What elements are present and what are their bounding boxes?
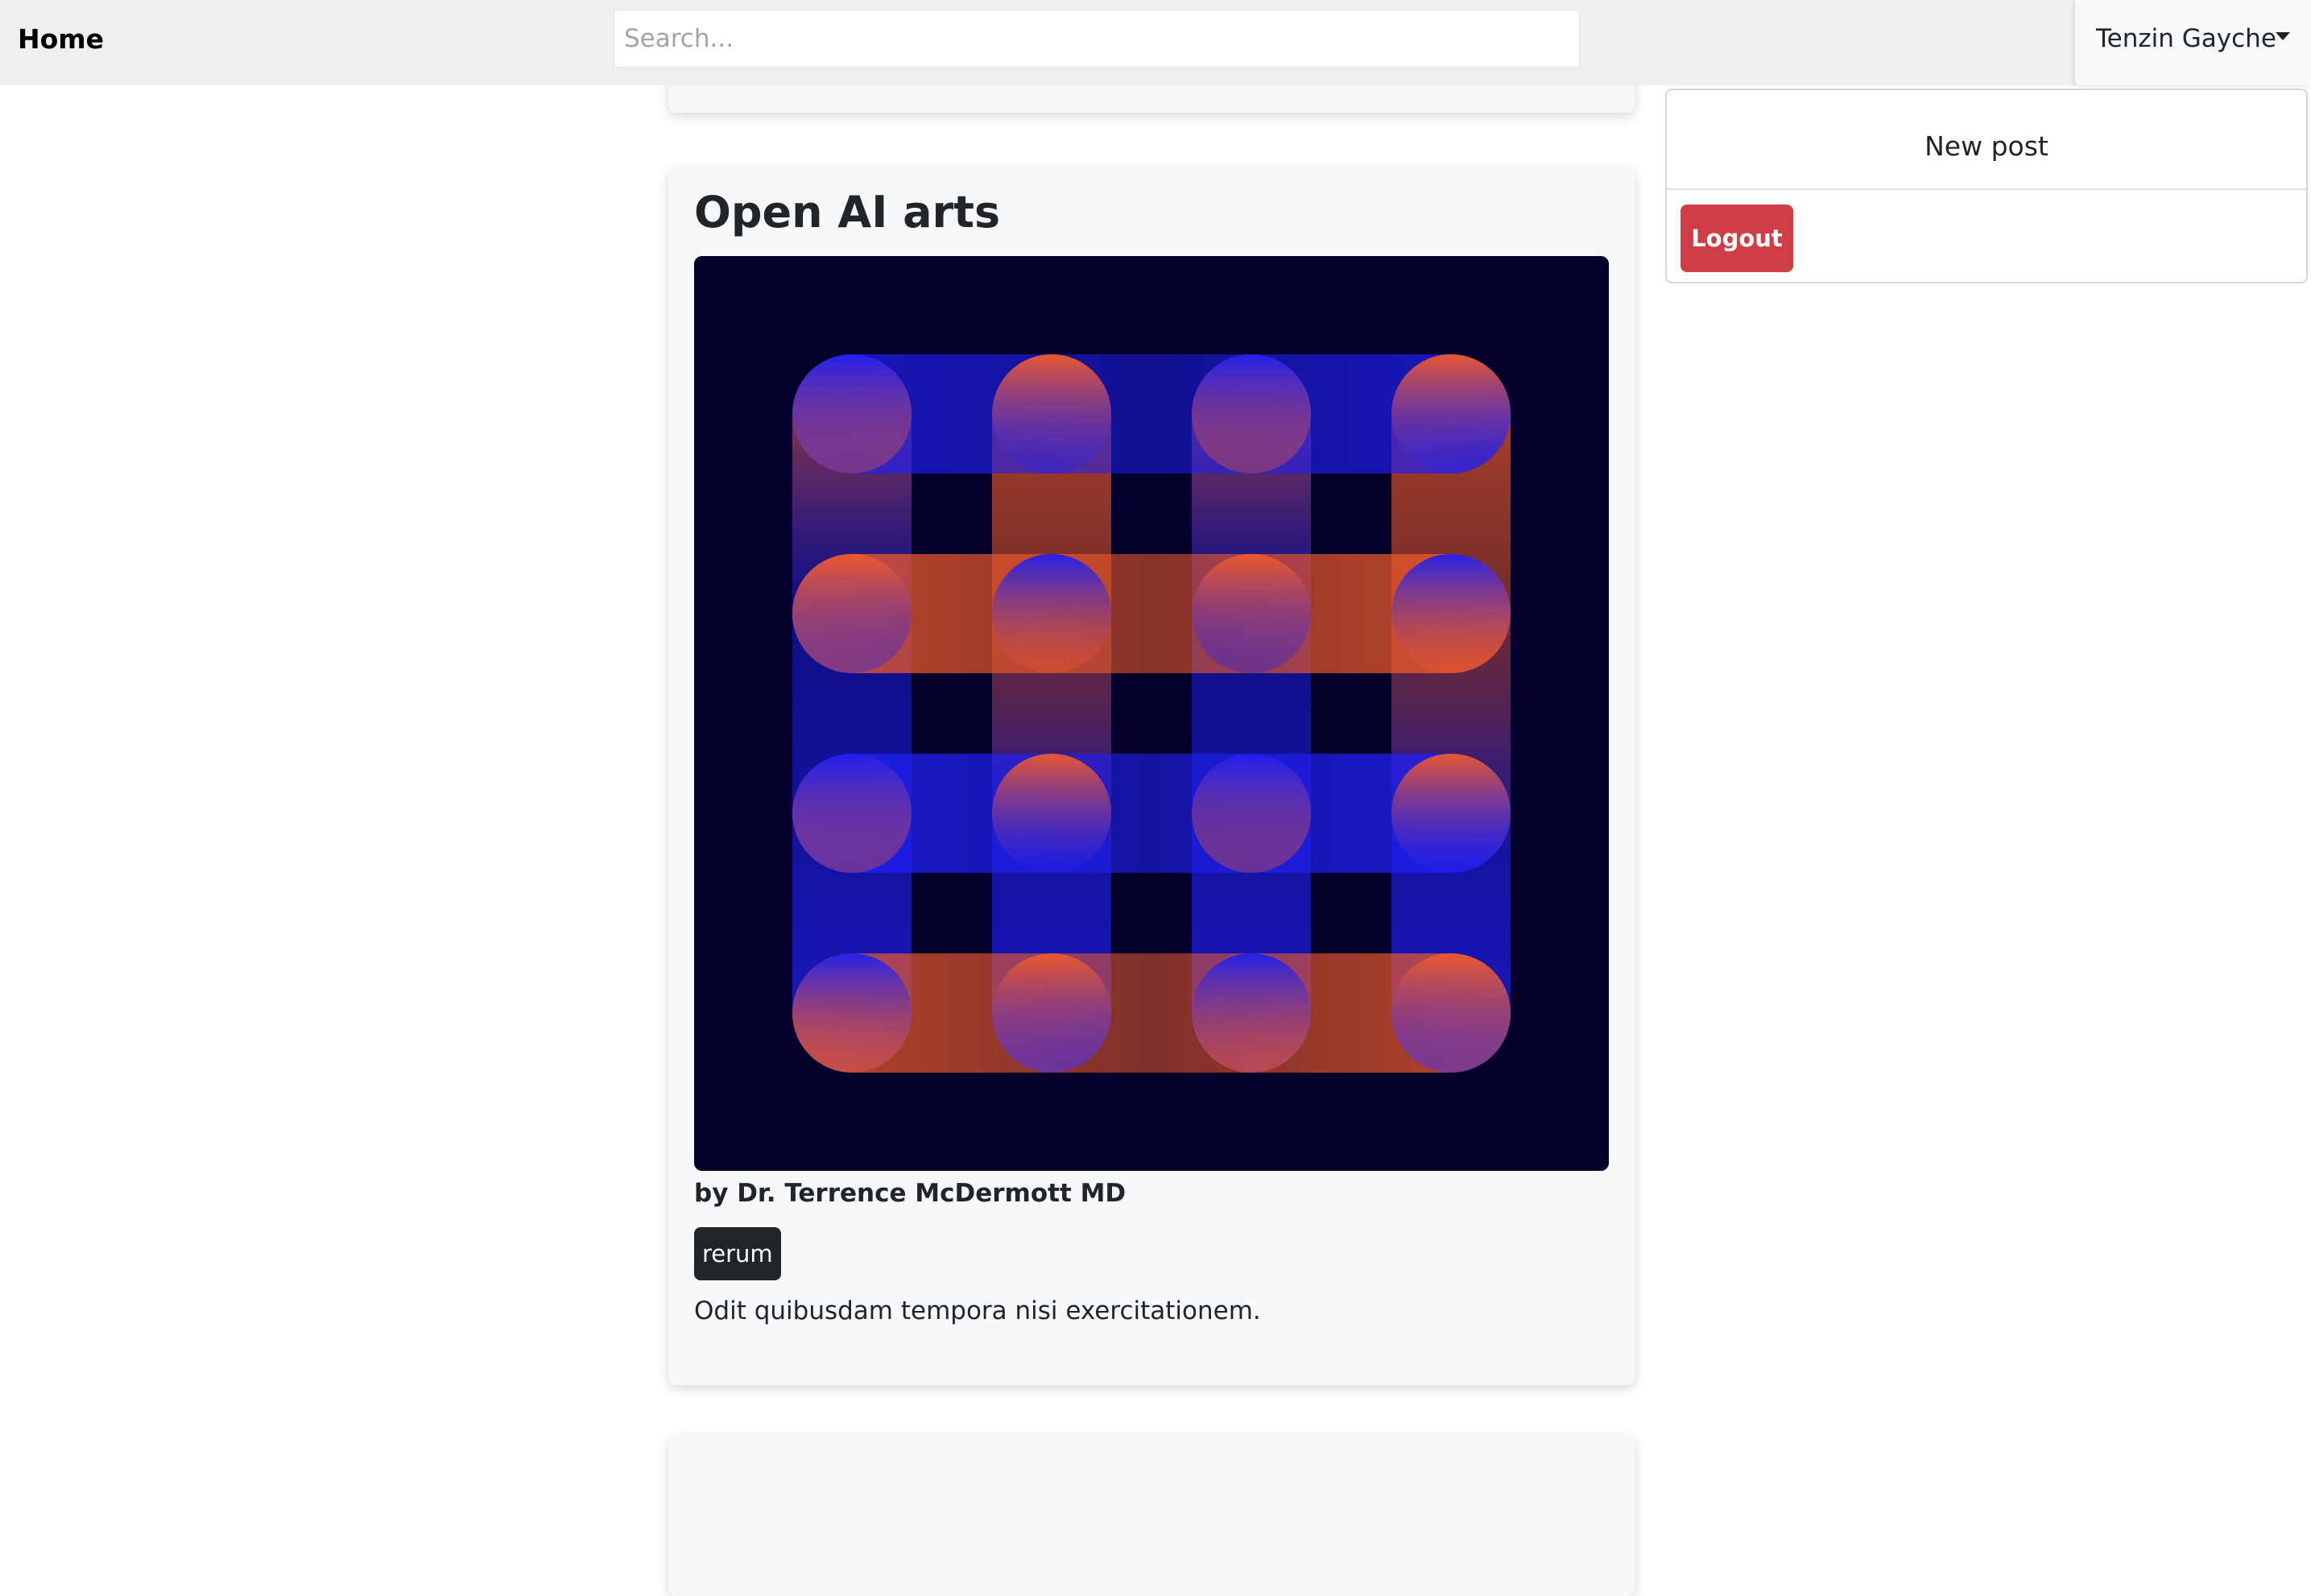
tag-badge[interactable]: rerum xyxy=(694,1227,781,1280)
post-title: Open AI arts xyxy=(694,187,1001,238)
art-pill-cap xyxy=(992,354,1111,473)
art-pill-cap xyxy=(1192,754,1311,873)
art-pill-cap xyxy=(1391,554,1511,673)
art-pill-cap xyxy=(1192,354,1311,473)
art-pill-cap xyxy=(792,554,912,673)
art-pill-cap xyxy=(792,953,912,1073)
user-menu-toggle[interactable]: Tenzin Gayche xyxy=(2075,0,2311,85)
post-image-artwork xyxy=(694,256,1609,1171)
art-pill-cap xyxy=(1391,354,1511,473)
art-pill-cap xyxy=(992,953,1111,1073)
post-body: Odit quibusdam tempora nisi exercitation… xyxy=(694,1296,1261,1325)
new-post-menu-item[interactable]: New post xyxy=(1667,90,2306,190)
art-pill-cap xyxy=(1192,554,1311,673)
user-name: Tenzin Gayche xyxy=(2096,24,2276,53)
caret-down-icon xyxy=(2276,32,2290,40)
next-post-card xyxy=(668,1435,1635,1596)
post-author: by Dr. Terrence McDermott MD xyxy=(694,1179,1127,1208)
art-pill-cap xyxy=(992,554,1111,673)
art-pill-cap xyxy=(792,354,912,473)
art-pill-cap xyxy=(1192,953,1311,1073)
post-card: Open AI arts by Dr. Terrence McDermott M… xyxy=(668,167,1635,1385)
home-link[interactable]: Home xyxy=(18,0,104,78)
art-pill-cap xyxy=(792,754,912,873)
art-pill-cap xyxy=(1391,953,1511,1073)
top-navbar: Home xyxy=(0,0,2311,85)
art-pill-cap xyxy=(1391,754,1511,873)
logout-button[interactable]: Logout xyxy=(1681,205,1793,272)
user-dropdown-menu: New post Logout xyxy=(1665,89,2308,283)
post-image xyxy=(694,256,1609,1171)
search-input[interactable] xyxy=(614,10,1580,68)
art-pill-cap xyxy=(992,754,1111,873)
